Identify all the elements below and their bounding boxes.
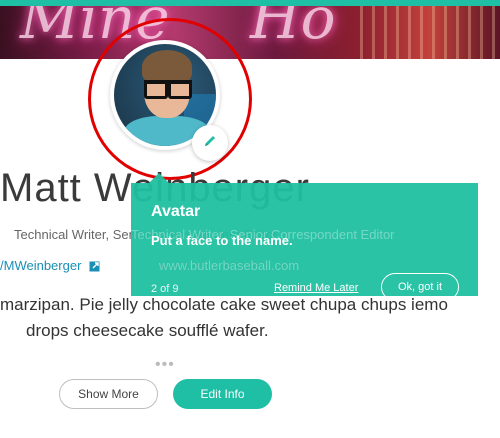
onboarding-tooltip: Technical Writer, Senior Correspondent E…: [131, 173, 478, 301]
more-options-icon[interactable]: •••: [155, 356, 175, 374]
cover-neon-text: Ho: [250, 6, 336, 52]
cover-image: Mine Ho: [0, 6, 500, 59]
twitter-handle[interactable]: /MWeinberger: [0, 258, 81, 273]
ok-got-it-button[interactable]: Ok, got it: [381, 273, 459, 301]
tooltip-step-counter: 2 of 9: [151, 283, 179, 295]
twitter-link[interactable]: /MWeinberger: [0, 258, 101, 273]
external-link-icon: [89, 260, 101, 272]
remind-me-later-link[interactable]: Remind Me Later: [274, 282, 358, 294]
edit-info-button[interactable]: Edit Info: [173, 379, 272, 409]
tooltip-underlay-text: www.butlerbaseball.com: [159, 258, 300, 273]
cover-pattern: [360, 6, 500, 59]
bio-line: drops cheesecake soufflé wafer.: [26, 321, 269, 340]
show-more-button[interactable]: Show More: [59, 379, 158, 409]
tooltip-arrow: [149, 173, 169, 183]
edit-avatar-button[interactable]: [192, 125, 228, 161]
highlight-circle: [88, 18, 252, 180]
tooltip-underlay-text: Technical Writer, Senior Correspondent E…: [131, 227, 395, 242]
pencil-icon: [203, 134, 217, 153]
tooltip-title: Avatar: [151, 203, 201, 220]
